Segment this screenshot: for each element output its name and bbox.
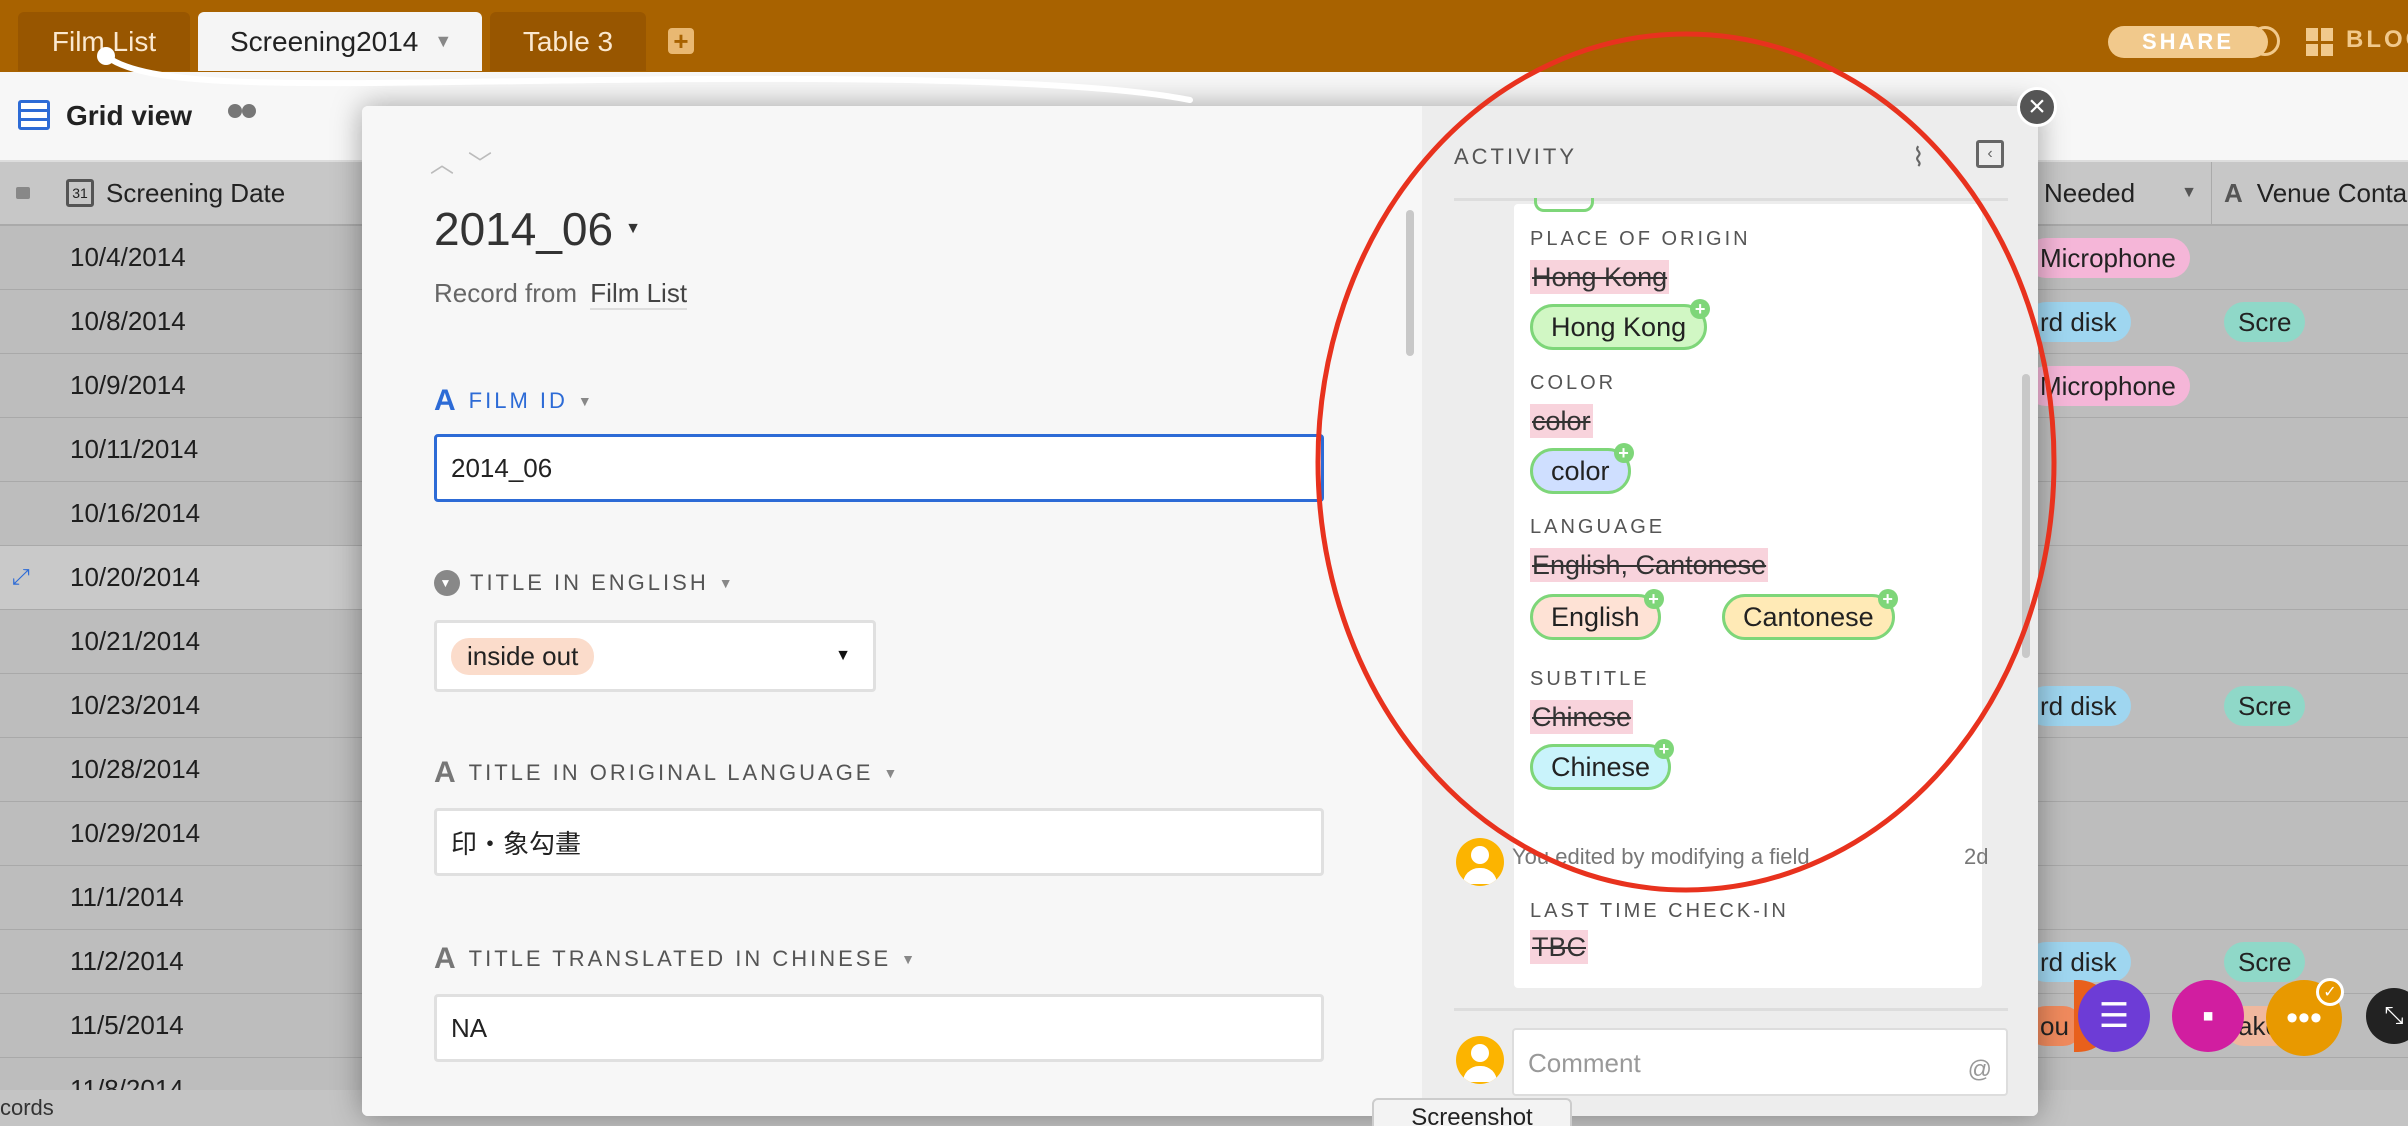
annotation-line	[103, 53, 1193, 103]
annotation-ellipse	[1315, 31, 2057, 893]
annotation-dot	[97, 47, 115, 65]
annotation-overlay	[97, 31, 2057, 893]
